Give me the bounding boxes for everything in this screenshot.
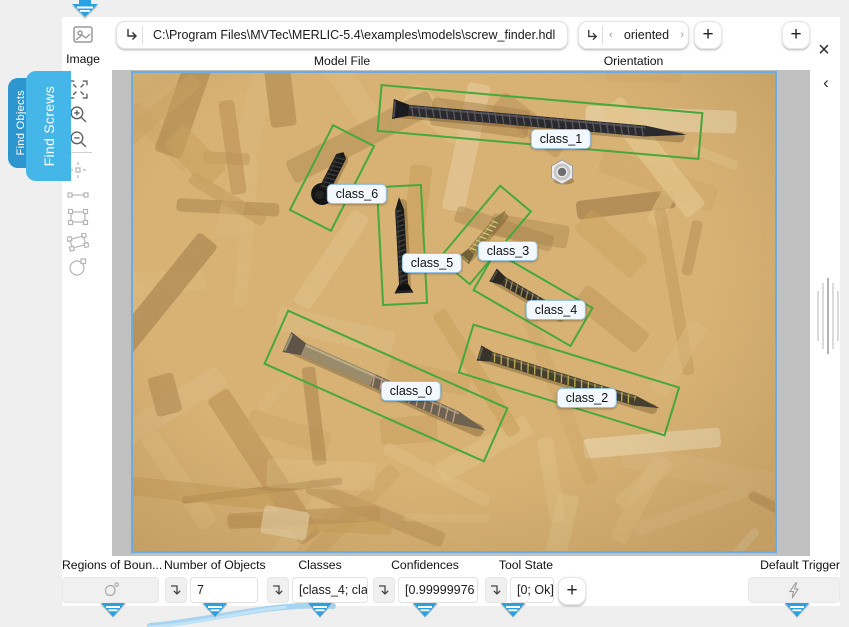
detection-label: class_4 bbox=[526, 300, 586, 320]
orientation-value: oriented bbox=[617, 28, 677, 42]
splitter-grip[interactable] bbox=[816, 278, 840, 354]
confidences-output-connector[interactable] bbox=[412, 603, 438, 619]
collapse-panel-icon[interactable]: ‹ bbox=[816, 71, 836, 95]
port-label-regions: Regions of Boun... bbox=[62, 558, 162, 573]
enter-right-icon bbox=[117, 27, 140, 43]
regions-output-connector[interactable] bbox=[100, 603, 126, 619]
field-divider bbox=[142, 26, 143, 44]
detection-label: class_2 bbox=[557, 388, 617, 408]
orientation-prev-arrow[interactable]: ‹ bbox=[605, 29, 617, 41]
port-label-confidences: Confidences bbox=[372, 558, 478, 573]
number-output-connector[interactable] bbox=[202, 603, 228, 619]
detection-label: class_6 bbox=[327, 184, 387, 204]
detection-label: class_3 bbox=[478, 241, 538, 261]
field-divider bbox=[602, 26, 603, 44]
orientation-label: Orientation bbox=[578, 54, 689, 68]
image-icon bbox=[71, 23, 95, 50]
port-label-default-trigger: Default Trigger bbox=[728, 558, 840, 573]
add-tool-button[interactable]: + bbox=[782, 21, 810, 49]
tab-find-screws-label: Find Screws bbox=[41, 86, 57, 166]
tool-state-output-connector[interactable] bbox=[500, 603, 526, 619]
trigger-output-connector[interactable] bbox=[784, 603, 810, 619]
draw-rotated-rectangle-icon[interactable] bbox=[66, 230, 90, 254]
detection-label: class_5 bbox=[402, 253, 462, 273]
model-file-label: Model File bbox=[116, 54, 568, 68]
detection-label: class_1 bbox=[531, 129, 591, 149]
port-label-number-of-objects: Number of Objects bbox=[164, 558, 268, 573]
image-input-connector[interactable] bbox=[70, 0, 100, 19]
port-label-classes: Classes bbox=[268, 558, 372, 573]
classes-output-connector[interactable] bbox=[307, 603, 333, 619]
image-port-label: Image bbox=[58, 52, 108, 66]
draw-line-icon[interactable] bbox=[66, 183, 90, 207]
model-file-field[interactable]: C:\Program Files\MVTec\MERLIC-5.4\exampl… bbox=[116, 21, 568, 49]
port-label-tool-state: Tool State bbox=[478, 558, 574, 573]
orientation-field[interactable]: ‹ oriented › bbox=[578, 21, 689, 49]
orientation-next-arrow[interactable]: › bbox=[676, 29, 688, 41]
detection-label: class_0 bbox=[381, 381, 441, 401]
draw-rectangle-icon[interactable] bbox=[66, 205, 90, 229]
model-file-value: C:\Program Files\MVTec\MERLIC-5.4\exampl… bbox=[145, 28, 563, 42]
camera-image[interactable]: class_0 class_1 class_2 class_3 class_4 class… bbox=[131, 71, 777, 553]
enter-right-icon bbox=[579, 28, 600, 43]
close-icon[interactable]: × bbox=[812, 38, 836, 62]
add-parameter-button[interactable]: + bbox=[694, 21, 722, 49]
draw-circle-icon[interactable] bbox=[66, 255, 90, 279]
tab-find-screws[interactable]: Find Screws bbox=[26, 71, 71, 181]
